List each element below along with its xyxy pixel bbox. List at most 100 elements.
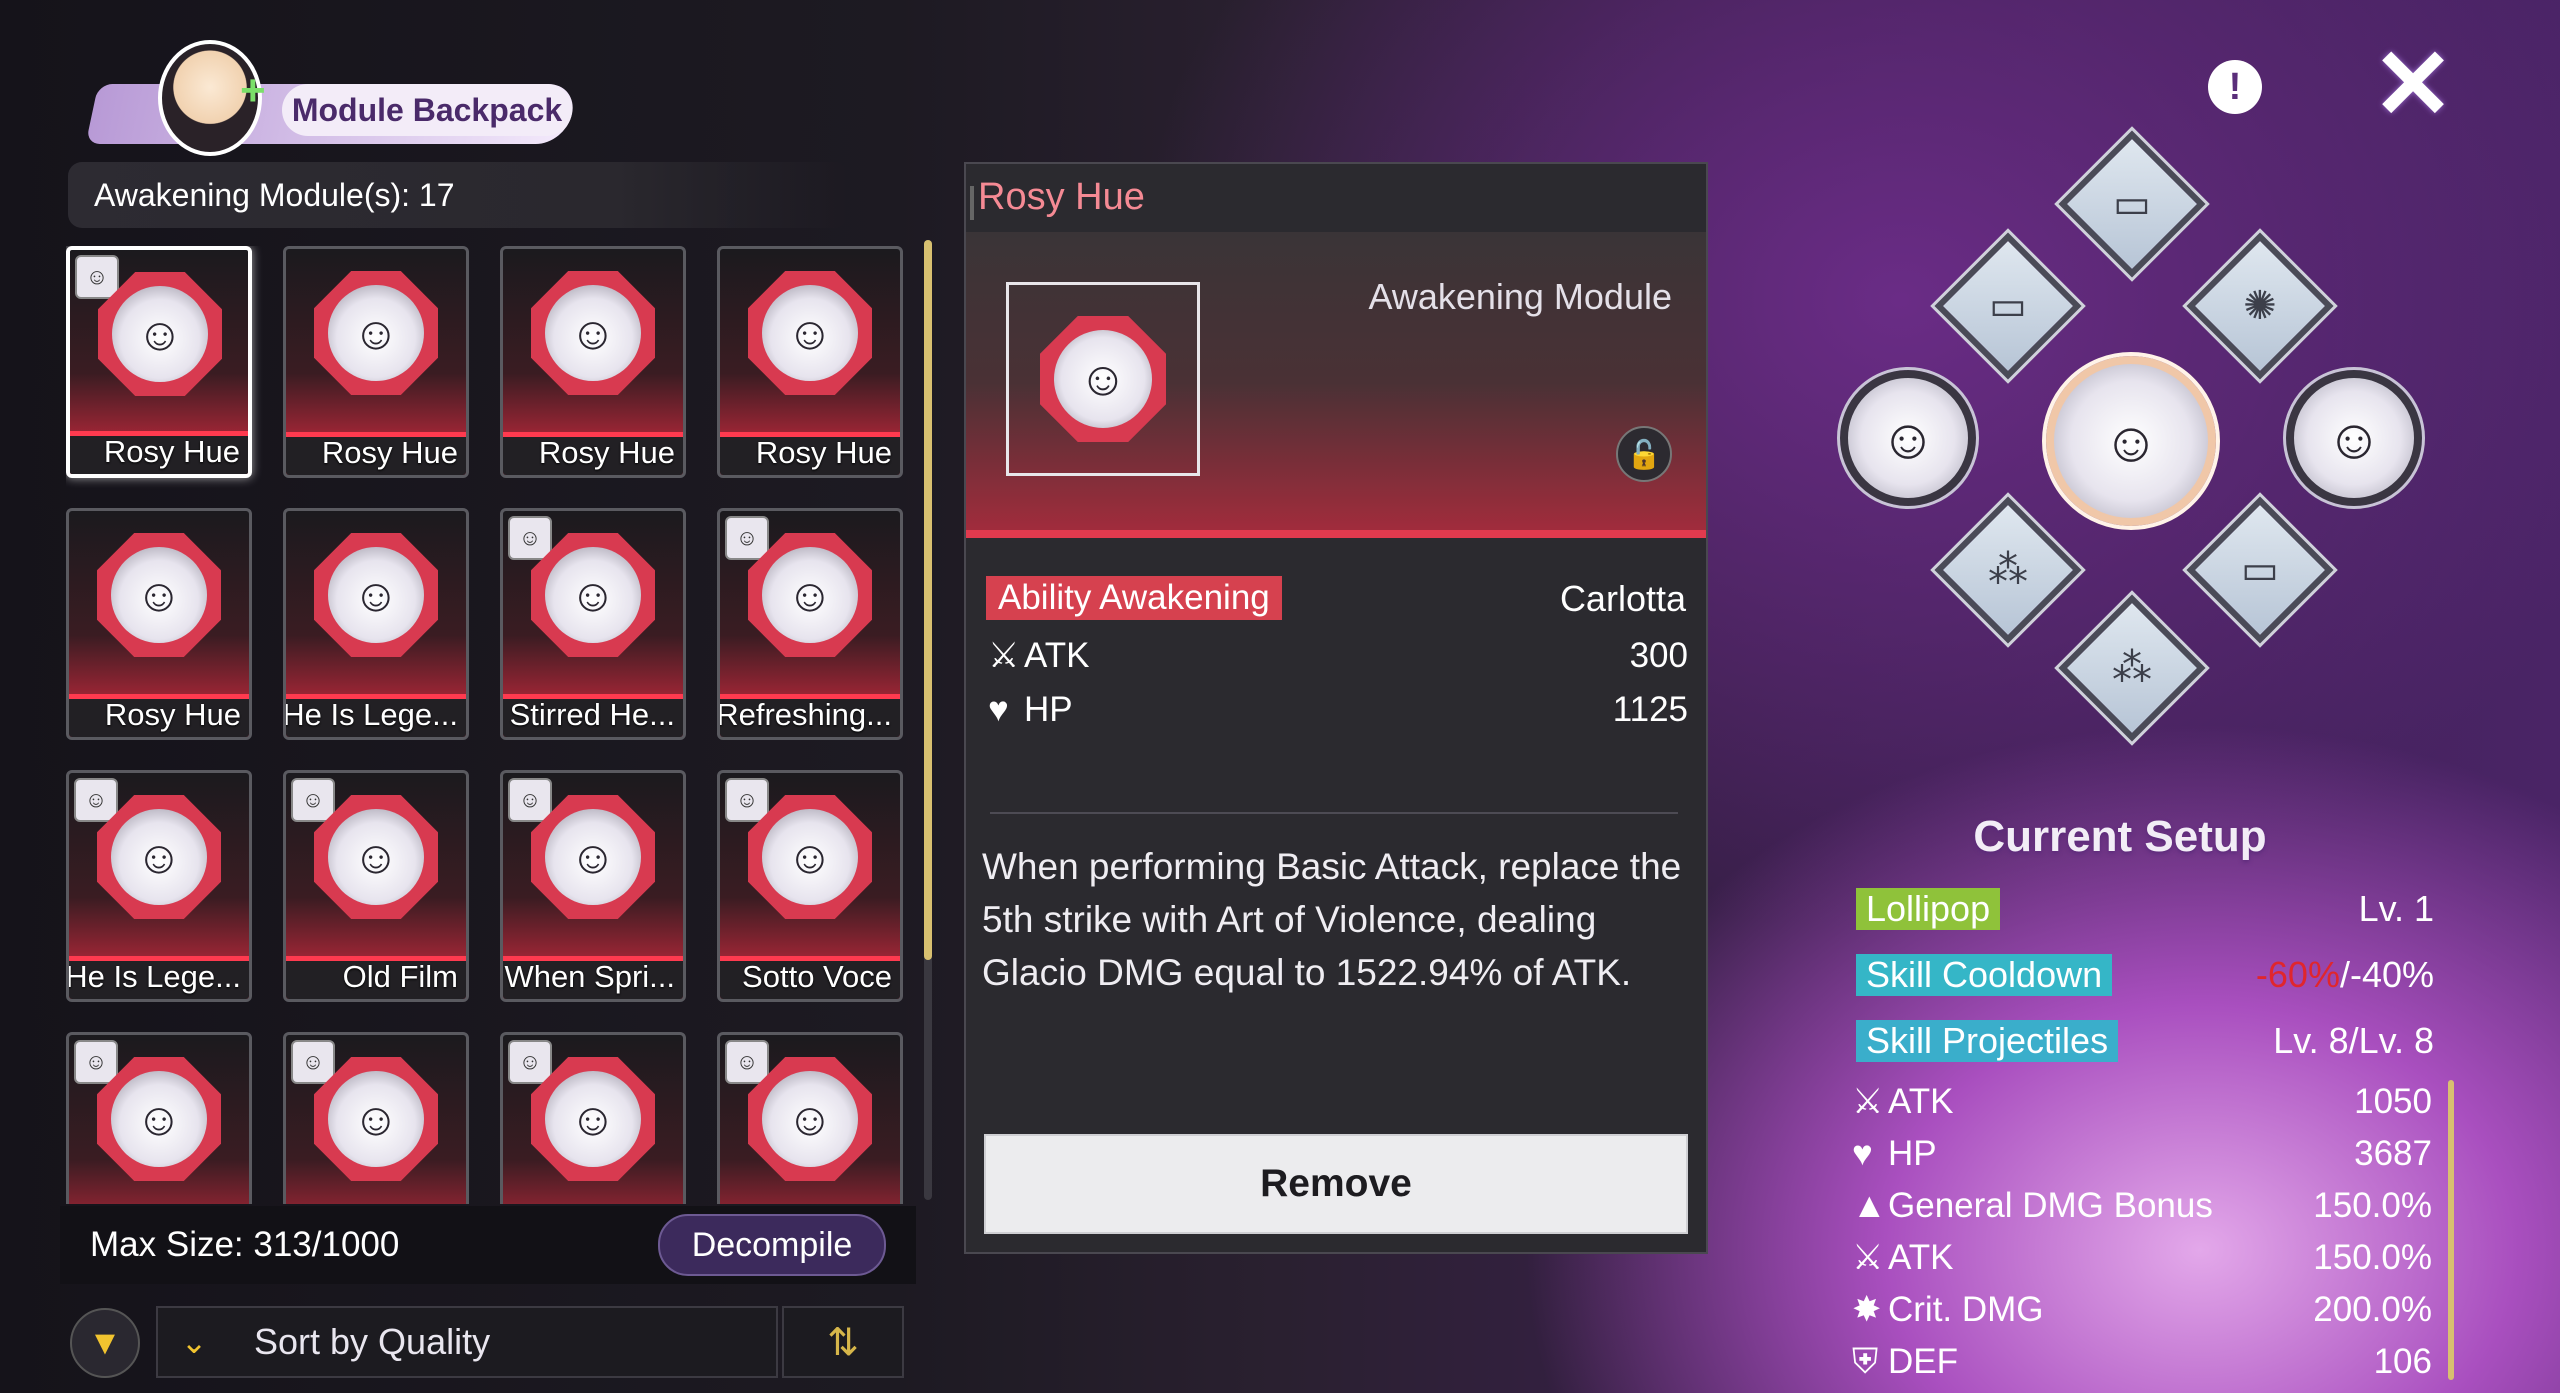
- crit-dmg-icon: ✸: [1852, 1290, 1882, 1329]
- lock-toggle-button[interactable]: 🔓: [1616, 426, 1672, 482]
- module-card[interactable]: ☺ ☺: [500, 1032, 686, 1204]
- grid-scrollbar-thumb[interactable]: [924, 240, 932, 960]
- setup-stat-name: Crit. DMG: [1888, 1290, 2044, 1329]
- module-icon: ☺: [531, 271, 655, 395]
- module-card[interactable]: ☺ ☺ When Spri...: [500, 770, 686, 1002]
- module-face-icon: ☺: [545, 547, 641, 643]
- current-setup-title: Current Setup: [1973, 812, 2267, 861]
- character-chip-icon: ☺: [508, 1040, 552, 1084]
- module-face-icon: ☺: [328, 285, 424, 381]
- module-card[interactable]: ☺ ☺ Stirred He...: [500, 508, 686, 740]
- slot-left[interactable]: ☺: [1837, 367, 1979, 509]
- module-card[interactable]: ☺ ☺: [717, 1032, 903, 1204]
- setup-stat-row: ▲General DMG Bonus 150.0%: [1852, 1186, 2432, 1226]
- sort-dropdown-label: Sort by Quality: [254, 1321, 491, 1362]
- projectile-icon: ⁂: [2112, 646, 2152, 690]
- module-card-label: He Is Lege...: [66, 959, 241, 994]
- stat-name: HP: [1024, 690, 1073, 729]
- module-face-icon: ☺: [328, 547, 424, 643]
- module-card[interactable]: ☺ ☺ Sotto Voce: [717, 770, 903, 1002]
- chevron-down-icon: ⌄: [180, 1324, 208, 1360]
- unlock-icon: 🔓: [1626, 438, 1662, 470]
- setup-stat-row: ⚔ ATK 150.0%: [1852, 1238, 2432, 1278]
- setup-stat-value: 1050: [2354, 1082, 2432, 1121]
- setup-lollipop: Lollipop Lv. 1: [1856, 888, 2434, 930]
- detail-stat-atk: ⚔ ATK 300: [988, 636, 1688, 676]
- module-card-label: Rosy Hue: [104, 697, 241, 732]
- setup-stat-row: ⚔ ATK 1050: [1852, 1082, 2432, 1122]
- hp-icon: ♥: [1852, 1134, 1873, 1173]
- page-title: Module Backpack: [282, 84, 572, 136]
- dmg-bonus-icon: ▲: [1852, 1186, 1887, 1225]
- module-card[interactable]: ☺ He Is Lege...: [283, 508, 469, 740]
- setup-projectiles: Skill Projectiles Lv. 8/Lv. 8: [1856, 1020, 2434, 1062]
- module-card[interactable]: ☺ ☺: [283, 1032, 469, 1204]
- module-count: Awakening Module(s): 17: [68, 162, 848, 228]
- module-card-label: Old Film: [342, 959, 458, 994]
- character-chip-icon: ☺: [291, 778, 335, 822]
- module-card[interactable]: ☺ Rosy Hue: [717, 246, 903, 478]
- module-card-label: When Spri...: [504, 959, 675, 994]
- module-face-icon: ☺: [328, 809, 424, 905]
- hp-icon: ♥: [988, 690, 1009, 729]
- character-chip-icon: ☺: [725, 778, 769, 822]
- module-face-icon: ☺: [762, 809, 858, 905]
- filter-button[interactable]: ▼: [70, 1308, 140, 1378]
- module-icon: ☺: [748, 271, 872, 395]
- ability-tag: Ability Awakening: [986, 576, 1282, 620]
- module-face-icon: ☺: [112, 286, 208, 382]
- setup-stat-value: 150.0%: [2313, 1238, 2432, 1277]
- atk-icon: ⚔: [988, 636, 1020, 675]
- character-chip-icon: ☺: [508, 516, 552, 560]
- module-card[interactable]: ☺ ☺ Rosy Hue: [66, 246, 252, 478]
- close-button[interactable]: ✕: [2368, 29, 2458, 139]
- detail-stat-hp: ♥ HP 1125: [988, 690, 1688, 730]
- setup-stat-value: 106: [2373, 1342, 2432, 1381]
- module-card-label: Stirred He...: [509, 697, 675, 732]
- setup-scrollbar[interactable]: [2448, 1080, 2454, 1380]
- module-card-label: Rosy Hue: [321, 435, 458, 470]
- module-card[interactable]: ☺ ☺ Old Film: [283, 770, 469, 1002]
- module-card[interactable]: ☺ ☺ He Is Lege...: [66, 770, 252, 1002]
- module-face-icon: ☺: [1837, 367, 1979, 509]
- module-face-icon: ☺: [545, 285, 641, 381]
- module-face-icon: ☺: [1054, 330, 1152, 428]
- slot-bottom[interactable]: ⁂: [2054, 590, 2210, 746]
- info-button[interactable]: !: [2208, 60, 2262, 114]
- module-card-label: Refreshing...: [717, 697, 892, 732]
- decompile-button[interactable]: Decompile: [658, 1214, 886, 1276]
- slot-right[interactable]: ☺: [2283, 367, 2425, 509]
- module-face-icon: ☺: [111, 1071, 207, 1167]
- stat-value: 300: [1629, 636, 1688, 675]
- hero-underline: [966, 530, 1706, 538]
- setup-stat-name: DEF: [1888, 1342, 1958, 1381]
- sort-order-icon: ⇅: [827, 1321, 859, 1364]
- character-chip-icon: ☺: [291, 1040, 335, 1084]
- setup-stat-name: ATK: [1888, 1238, 1954, 1277]
- slot-top[interactable]: ▭: [2054, 126, 2210, 282]
- module-face-icon: ☺: [545, 809, 641, 905]
- stat-value: 1125: [1612, 690, 1688, 729]
- module-face-icon: ☺: [762, 547, 858, 643]
- module-face-icon: ☺: [2283, 367, 2425, 509]
- sort-order-button[interactable]: ⇅: [782, 1306, 904, 1378]
- remove-button[interactable]: Remove: [984, 1134, 1688, 1234]
- module-type-label: Awakening Module: [1368, 276, 1672, 317]
- module-card[interactable]: ☺ ☺: [66, 1032, 252, 1204]
- setup-stat-value: 150.0%: [2313, 1186, 2432, 1225]
- sort-dropdown[interactable]: ⌄ Sort by Quality: [156, 1306, 778, 1378]
- module-card[interactable]: ☺ Rosy Hue: [66, 508, 252, 740]
- module-card[interactable]: ☺ Rosy Hue: [283, 246, 469, 478]
- module-icon: ☺: [97, 533, 221, 657]
- character-chip-icon: ☺: [75, 255, 119, 299]
- module-card[interactable]: ☺ Rosy Hue: [500, 246, 686, 478]
- divider: [990, 812, 1678, 814]
- module-grid: ☺ ☺ Rosy Hue ☺ Rosy Hue ☺ Rosy Hue ☺ Rosy Hue ☺ Ro…: [66, 246, 914, 1204]
- swirl-icon: ✺: [2243, 283, 2277, 328]
- module-detail-title: Rosy Hue: [978, 176, 1145, 218]
- cooldown-current: -60%: [2255, 954, 2340, 995]
- module-card-label: Sotto Voce: [742, 959, 892, 994]
- module-card[interactable]: ☺ ☺ Refreshing...: [717, 508, 903, 740]
- slot-lower-left[interactable]: ⁂: [1930, 492, 2086, 648]
- slot-lower-right[interactable]: ▭: [2182, 492, 2338, 648]
